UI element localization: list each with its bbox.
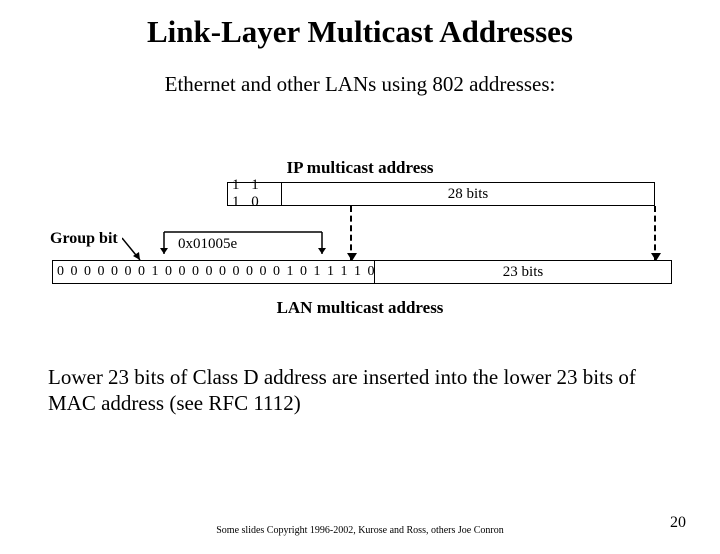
slide-title: Link-Layer Multicast Addresses: [0, 14, 720, 50]
ip-rest-label: 28 bits: [282, 183, 654, 205]
group-bit-label: Group bit: [50, 230, 118, 248]
slide: Link-Layer Multicast Addresses Ethernet …: [0, 14, 720, 554]
lan-address-box: 0 0 0 0 0 0 0 1 0 0 0 0 0 0 0 0 0 1 0 1 …: [52, 260, 672, 284]
slide-subtitle: Ethernet and other LANs using 802 addres…: [0, 72, 720, 97]
page-number: 20: [670, 514, 686, 532]
footer-copyright: Some slides Copyright 1996-2002, Kurose …: [0, 525, 720, 536]
ip-address-box: 1 1 1 0 28 bits: [227, 182, 655, 206]
lan-prefix-bits: 0 0 0 0 0 0 0 1 0 0 0 0 0 0 0 0 0 1 0 1 …: [53, 261, 375, 283]
ip-multicast-label: IP multicast address: [0, 158, 720, 178]
mapping-arrow-left: [350, 206, 352, 260]
lan-rest-label: 23 bits: [375, 261, 671, 283]
mapping-arrow-right: [654, 206, 656, 260]
body-text: Lower 23 bits of Class D address are ins…: [48, 364, 678, 417]
lan-multicast-label: LAN multicast address: [0, 298, 720, 318]
hex-arrow: [158, 226, 328, 262]
ip-prefix-bits: 1 1 1 0: [228, 183, 282, 205]
